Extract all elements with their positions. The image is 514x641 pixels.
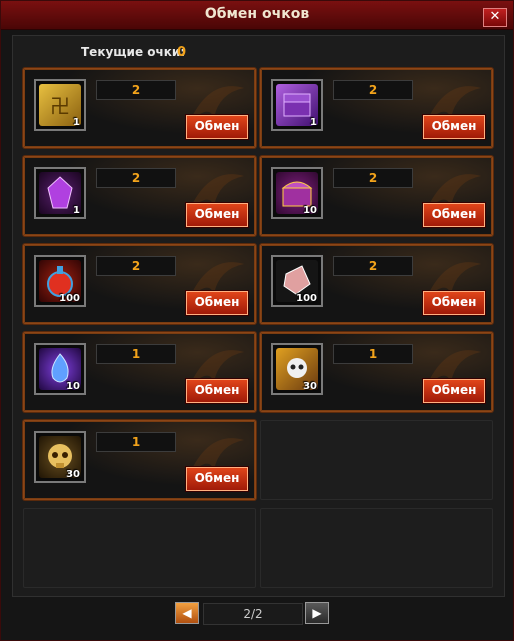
svg-text:卍: 卍 bbox=[50, 94, 70, 118]
close-button[interactable]: ✕ bbox=[483, 8, 507, 27]
exchange-button[interactable]: Обмен bbox=[186, 291, 248, 315]
item-slot[interactable]: 10 bbox=[34, 343, 86, 395]
exchange-button[interactable]: Обмен bbox=[423, 291, 485, 315]
item-slot[interactable]: 30 bbox=[34, 431, 86, 483]
item-slot[interactable]: 1 bbox=[271, 79, 323, 131]
item-cost: 2 bbox=[96, 80, 176, 100]
item-cost: 2 bbox=[333, 256, 413, 276]
item-cost: 2 bbox=[333, 168, 413, 188]
item-slot[interactable]: 100 bbox=[34, 255, 86, 307]
pagination: ◀ 2/2 ▶ bbox=[175, 602, 331, 626]
page-indicator: 2/2 bbox=[203, 603, 303, 625]
empty-slot bbox=[260, 508, 493, 588]
points-exchange-window: Обмен очков ✕ Текущие очки: 0 卍 1 2 Обме… bbox=[0, 0, 514, 641]
item-slot[interactable]: 卍 1 bbox=[34, 79, 86, 131]
exchange-card: 30 1 Обмен bbox=[23, 420, 256, 500]
exchange-card: 10 1 Обмен bbox=[23, 332, 256, 412]
exchange-card: 10 2 Обмен bbox=[260, 156, 493, 236]
next-page-button[interactable]: ▶ bbox=[305, 602, 329, 624]
item-cost: 2 bbox=[96, 256, 176, 276]
item-slot[interactable]: 1 bbox=[34, 167, 86, 219]
exchange-button[interactable]: Обмен bbox=[186, 115, 248, 139]
empty-slot bbox=[23, 508, 256, 588]
item-slot[interactable]: 30 bbox=[271, 343, 323, 395]
item-slot[interactable]: 10 bbox=[271, 167, 323, 219]
item-quantity: 10 bbox=[66, 381, 80, 392]
exchange-card: 100 2 Обмен bbox=[260, 244, 493, 324]
exchange-button[interactable]: Обмен bbox=[423, 379, 485, 403]
current-points-value: 0 bbox=[177, 45, 187, 60]
item-quantity: 100 bbox=[59, 293, 80, 304]
exchange-card: 1 2 Обмен bbox=[23, 156, 256, 236]
item-quantity: 1 bbox=[73, 205, 80, 216]
exchange-card: 1 2 Обмен bbox=[260, 68, 493, 148]
item-cost: 1 bbox=[96, 344, 176, 364]
item-quantity: 100 bbox=[296, 293, 317, 304]
item-quantity: 1 bbox=[310, 117, 317, 128]
prev-page-button[interactable]: ◀ bbox=[175, 602, 199, 624]
item-cost: 1 bbox=[333, 344, 413, 364]
item-slot[interactable]: 100 bbox=[271, 255, 323, 307]
exchange-button[interactable]: Обмен bbox=[423, 115, 485, 139]
item-quantity: 10 bbox=[303, 205, 317, 216]
item-quantity: 30 bbox=[66, 469, 80, 480]
empty-slot bbox=[260, 420, 493, 500]
exchange-button[interactable]: Обмен bbox=[186, 203, 248, 227]
exchange-card: 30 1 Обмен bbox=[260, 332, 493, 412]
item-cost: 2 bbox=[333, 80, 413, 100]
exchange-button[interactable]: Обмен bbox=[423, 203, 485, 227]
window-title: Обмен очков bbox=[204, 6, 310, 22]
item-cost: 2 bbox=[96, 168, 176, 188]
exchange-button[interactable]: Обмен bbox=[186, 379, 248, 403]
item-quantity: 1 bbox=[73, 117, 80, 128]
current-points-label: Текущие очки: bbox=[81, 45, 186, 59]
exchange-card: 卍 1 2 Обмен bbox=[23, 68, 256, 148]
exchange-card: 100 2 Обмен bbox=[23, 244, 256, 324]
exchange-button[interactable]: Обмен bbox=[186, 467, 248, 491]
item-quantity: 30 bbox=[303, 381, 317, 392]
item-cost: 1 bbox=[96, 432, 176, 452]
title-bar: Обмен очков ✕ bbox=[1, 1, 513, 30]
